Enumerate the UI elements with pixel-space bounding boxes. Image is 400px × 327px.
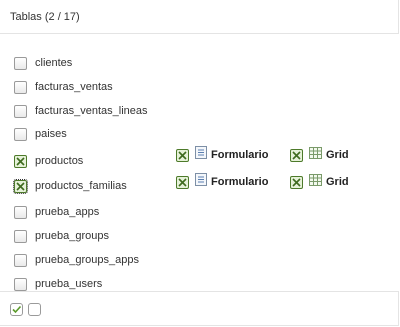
table-name: prueba_apps bbox=[35, 206, 100, 218]
productos-form-option[interactable]: Formulario bbox=[176, 146, 269, 164]
table-name: facturas_ventas bbox=[35, 81, 113, 93]
productos-familias-grid-option[interactable]: Grid bbox=[290, 174, 349, 190]
check-x-icon bbox=[16, 181, 25, 191]
grid-label: Grid bbox=[326, 176, 349, 188]
check-all-icon[interactable] bbox=[10, 303, 23, 316]
panel-footer bbox=[0, 291, 399, 326]
check-x-icon bbox=[292, 177, 301, 187]
uncheck-all-icon[interactable] bbox=[28, 303, 41, 316]
grid-label: Grid bbox=[326, 149, 349, 161]
table-name: productos_familias bbox=[35, 180, 127, 192]
form-checkbox-checked[interactable] bbox=[176, 148, 189, 162]
table-name: prueba_groups_apps bbox=[35, 254, 139, 266]
productos-familias-form-option[interactable]: Formulario bbox=[176, 173, 269, 191]
check-x-icon bbox=[178, 177, 187, 187]
table-row-productos[interactable]: productos bbox=[14, 152, 83, 170]
check-x-icon bbox=[16, 156, 25, 166]
table-row-facturas-ventas-lineas[interactable]: facturas_ventas_lineas bbox=[14, 102, 148, 120]
panel-title: Tablas (2 / 17) bbox=[10, 11, 80, 23]
table-checkbox-checked[interactable] bbox=[13, 178, 28, 194]
grid-checkbox-checked[interactable] bbox=[290, 175, 303, 189]
form-label: Formulario bbox=[211, 176, 269, 188]
table-name: productos bbox=[35, 155, 84, 167]
grid-checkbox-checked[interactable] bbox=[290, 148, 303, 162]
table-row-prueba-groups[interactable]: prueba_groups bbox=[14, 227, 109, 245]
table-row-facturas-ventas[interactable]: facturas_ventas bbox=[14, 78, 113, 96]
check-x-icon bbox=[292, 150, 301, 160]
form-label: Formulario bbox=[211, 149, 269, 161]
form-icon bbox=[195, 146, 207, 164]
table-checkbox[interactable] bbox=[14, 277, 27, 291]
table-name: prueba_groups bbox=[35, 230, 110, 242]
table-row-productos-familias[interactable]: productos_familias bbox=[13, 177, 127, 195]
table-name: paises bbox=[35, 128, 67, 140]
table-row-clientes[interactable]: clientes bbox=[14, 54, 72, 72]
form-icon bbox=[195, 173, 207, 191]
panel-header: Tablas (2 / 17) bbox=[0, 0, 399, 34]
table-name: facturas_ventas_lineas bbox=[35, 105, 148, 117]
table-checkbox[interactable] bbox=[14, 229, 27, 243]
table-row-paises[interactable]: paises bbox=[14, 125, 67, 143]
table-name: prueba_users bbox=[35, 278, 103, 290]
table-checkbox[interactable] bbox=[14, 104, 27, 118]
table-name: clientes bbox=[35, 57, 73, 69]
form-checkbox-checked[interactable] bbox=[176, 175, 189, 189]
table-row-prueba-apps[interactable]: prueba_apps bbox=[14, 203, 99, 221]
table-checkbox[interactable] bbox=[14, 56, 27, 70]
table-checkbox[interactable] bbox=[14, 127, 27, 141]
productos-grid-option[interactable]: Grid bbox=[290, 147, 349, 163]
table-checkbox[interactable] bbox=[14, 253, 27, 267]
grid-icon bbox=[309, 173, 322, 191]
grid-icon bbox=[309, 146, 322, 164]
table-checkbox-checked[interactable] bbox=[14, 154, 27, 168]
table-checkbox[interactable] bbox=[14, 205, 27, 219]
check-x-icon bbox=[178, 150, 187, 160]
table-row-prueba-groups-apps[interactable]: prueba_groups_apps bbox=[14, 251, 139, 269]
table-checkbox[interactable] bbox=[14, 80, 27, 94]
